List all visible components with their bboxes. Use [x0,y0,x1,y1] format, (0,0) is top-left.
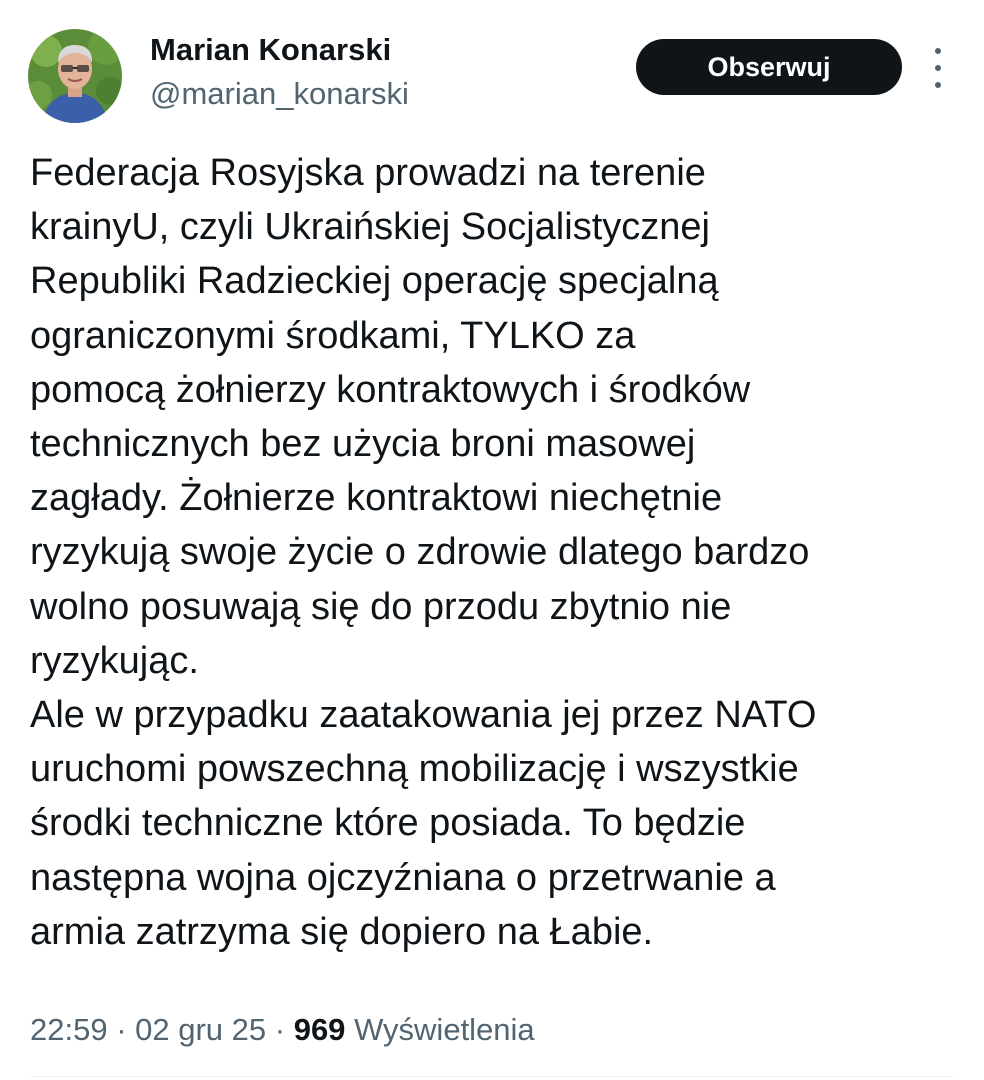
avatar[interactable] [28,29,122,123]
more-dot [935,65,941,71]
tweet-header: Marian Konarski @marian_konarski Obserwu… [0,0,984,130]
more-dot [935,48,941,54]
tweet-text-line: krainyU, czyli Ukraińskiej Socjalistyczn… [30,206,710,249]
tweet-text-line: zagłady. Żołnierze kontraktowi niechętni… [30,477,723,520]
views-label: Wyświetlenia [354,1012,535,1047]
tweet-text-line: wolno posuwają się do przodu zbytnio nie [30,585,732,628]
tweet-meta: 22:59 · 02 gru 25 · 969 Wyświetlenia [30,1008,535,1052]
tweet-text-line: uruchomi powszechną mobilizację i wszyst… [30,748,799,791]
tweet-text-line: ryzykując. [30,639,199,682]
more-vertical-icon[interactable] [926,48,950,88]
tweet-text-line: Republiki Radzieckiej operację specjalną [30,260,719,303]
tweet-time[interactable]: 22:59 [30,1012,108,1047]
divider [30,1076,954,1077]
tweet-text-line: ryzykują swoje życie o zdrowie dlatego b… [30,531,810,574]
author-handle[interactable]: @marian_konarski [150,76,409,112]
author-display-name[interactable]: Marian Konarski [150,32,409,68]
tweet-text-line: technicznych bez użycia broni masowej [30,423,696,466]
author-block: Marian Konarski @marian_konarski [150,32,409,112]
tweet-text: Federacja Rosyjska prowadzi na terenie k… [30,146,970,959]
tweet-text-line: następna wojna ojczyźniana o przetrwanie… [30,856,776,899]
tweet-text-line: Ale w przypadku zaatakowania jej przez N… [30,694,817,737]
avatar-photo [28,29,122,123]
tweet-text-line: środki techniczne które posiada. To będz… [30,802,746,845]
tweet-text-line: ograniczonymi środkami, TYLKO za [30,314,636,357]
meta-separator: · [266,1012,294,1047]
more-dot [935,82,941,88]
tweet: Marian Konarski @marian_konarski Obserwu… [0,0,984,1080]
meta-separator: · [107,1012,136,1047]
tweet-text-line: Federacja Rosyjska prowadzi na terenie [30,152,706,194]
tweet-text-line: armia zatrzyma się dopiero na Łabie. [30,910,654,953]
tweet-date[interactable]: 02 gru 25 [135,1012,266,1047]
tweet-text-line: pomocą żołnierzy kontraktowych i środków [30,368,751,411]
follow-button[interactable]: Obserwuj [636,39,902,95]
views-count: 969 [293,1012,346,1047]
